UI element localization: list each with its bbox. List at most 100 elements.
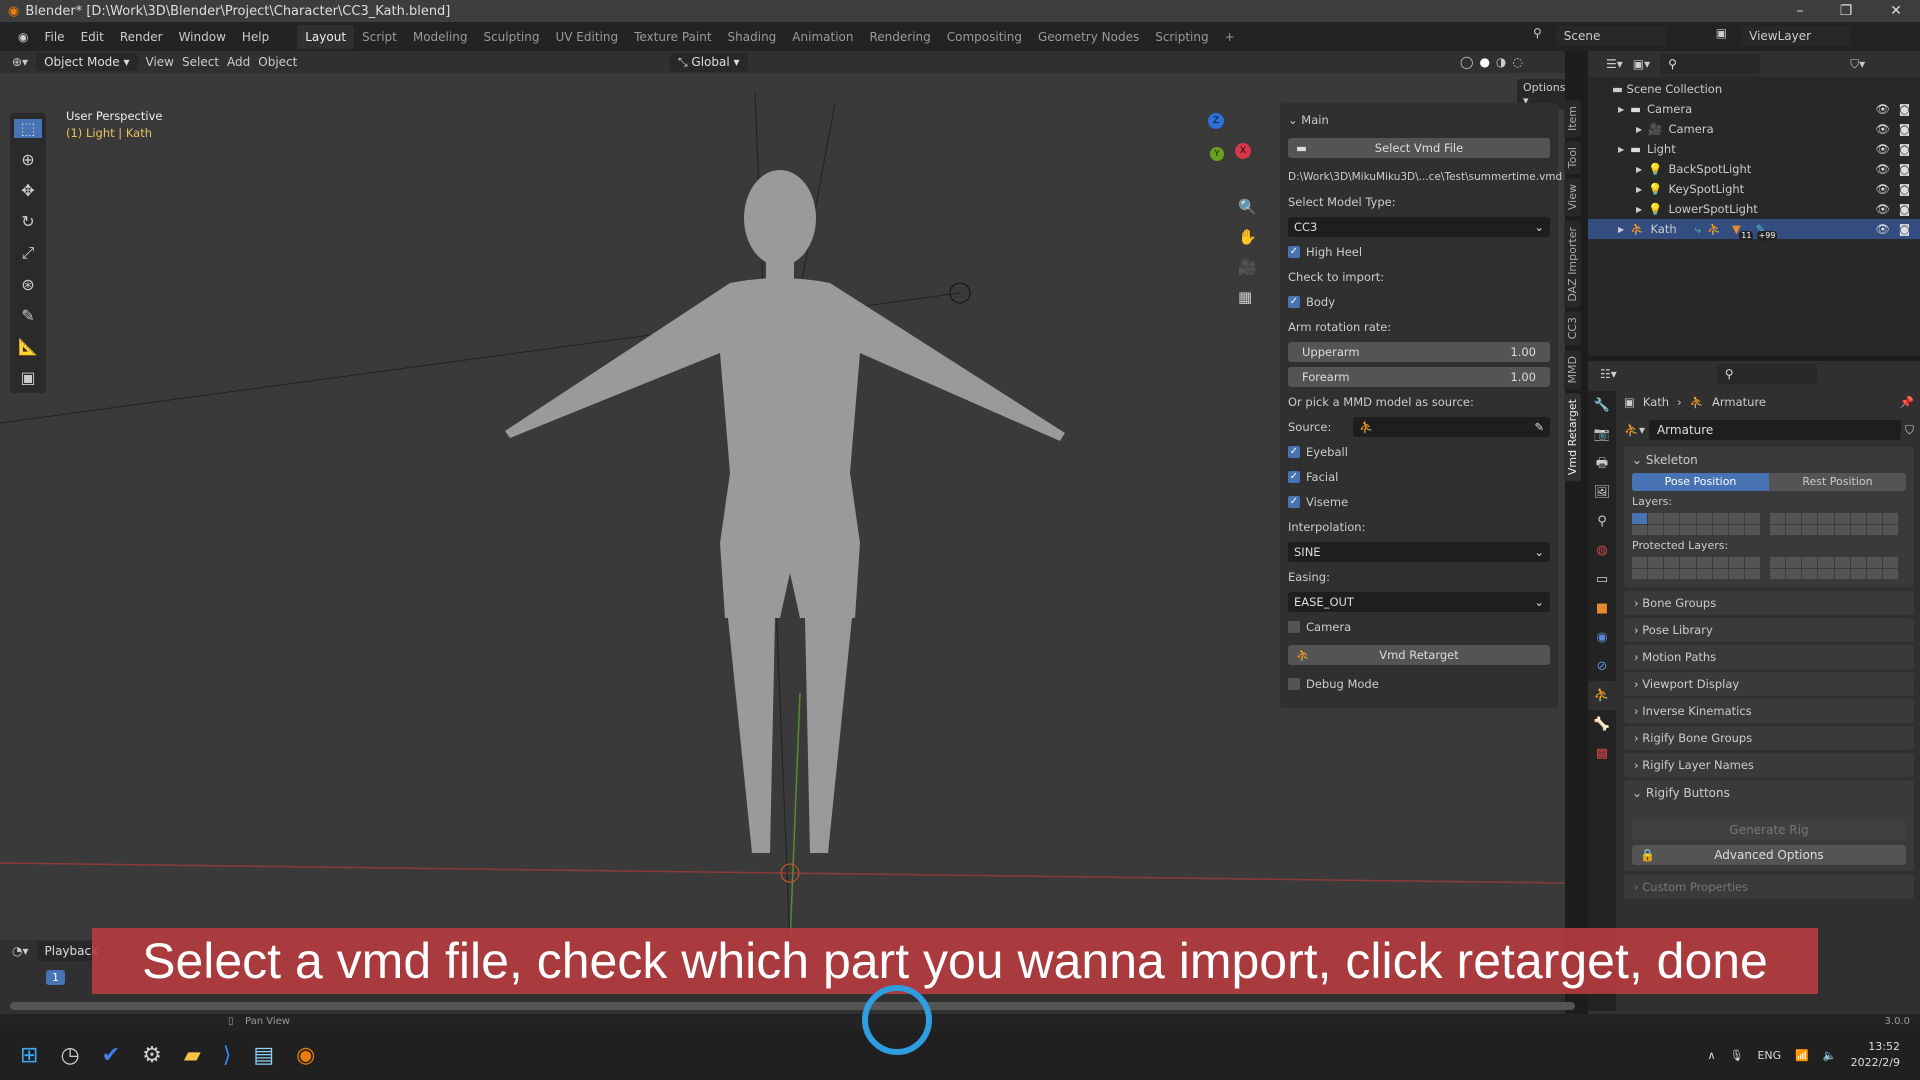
gizmo-x[interactable]: X — [1235, 143, 1251, 159]
texture-tab-icon[interactable]: ▩ — [1588, 739, 1616, 768]
layer-cell[interactable] — [1802, 513, 1818, 524]
pan-hand-icon[interactable]: ✋ — [1238, 228, 1257, 246]
layer-cell[interactable] — [1696, 513, 1712, 524]
properties-search[interactable]: ⚲ — [1716, 364, 1817, 384]
current-frame-indicator[interactable]: 1 — [46, 970, 65, 985]
layer-cell[interactable] — [1664, 513, 1680, 524]
layer-cell[interactable] — [1834, 557, 1850, 568]
interpolation-dropdown[interactable]: SINE ⌄ — [1288, 541, 1550, 562]
visibility-eye-icon[interactable]: 👁 — [1875, 162, 1890, 176]
menu-render[interactable]: Render — [112, 30, 171, 44]
layer-cell[interactable] — [1680, 513, 1696, 524]
scene-tab-icon[interactable]: ⚲ — [1588, 507, 1616, 536]
expand-arrow-icon[interactable]: ▶ — [1618, 145, 1624, 154]
language-indicator[interactable]: ENG — [1757, 1049, 1781, 1062]
layer-cell[interactable] — [1664, 568, 1680, 579]
tab-texture-paint[interactable]: Texture Paint — [626, 25, 719, 49]
render-camera-icon[interactable]: ◙ — [1899, 202, 1910, 216]
tab-scripting[interactable]: Scripting — [1147, 25, 1216, 49]
bone-tab-icon[interactable]: 🦴 — [1588, 710, 1616, 739]
timeline-scrollbar[interactable] — [10, 1002, 1575, 1010]
layer-cell[interactable] — [1770, 568, 1786, 579]
layer-cell[interactable] — [1818, 513, 1834, 524]
menu-edit[interactable]: Edit — [73, 30, 112, 44]
tab-daz-importer[interactable]: DAZ Importer — [1564, 220, 1581, 308]
expand-arrow-icon[interactable]: ▶ — [1618, 225, 1624, 234]
tab-shading[interactable]: Shading — [720, 25, 785, 49]
camera-view-icon[interactable]: 🎥 — [1238, 258, 1257, 276]
scene-icon[interactable]: ⚲ — [1525, 26, 1550, 46]
protected-layers-grid[interactable] — [1632, 557, 1906, 579]
layer-cell[interactable] — [1712, 524, 1728, 535]
transform-tool-icon[interactable]: ⊛ — [21, 275, 34, 294]
filter-icon[interactable]: ⛉▾ — [1850, 57, 1865, 72]
layer-cell[interactable] — [1744, 524, 1760, 535]
upperarm-slider[interactable]: Upperarm 1.00 — [1288, 341, 1550, 362]
body-checkbox[interactable]: ✓ Body — [1288, 289, 1550, 314]
eyeball-checkbox[interactable]: ✓ Eyeball — [1288, 439, 1550, 464]
tab-view[interactable]: View — [1564, 178, 1581, 217]
move-tool-icon[interactable]: ✥ — [21, 181, 34, 200]
layer-cell[interactable] — [1802, 568, 1818, 579]
source-field[interactable]: ⛹ ✎ — [1353, 416, 1550, 437]
skeleton-header[interactable]: ⌄ Skeleton — [1632, 447, 1906, 473]
settings-app-icon[interactable]: ⚙ — [142, 1043, 162, 1068]
vmd-retarget-button[interactable]: ⛹ Vmd Retarget — [1288, 645, 1550, 665]
pose-position-button[interactable]: Pose Position — [1632, 473, 1769, 491]
add-cube-tool-icon[interactable]: ▣ — [20, 368, 35, 387]
layer-cell[interactable] — [1770, 557, 1786, 568]
layer-cell[interactable] — [1786, 557, 1802, 568]
layer-cell[interactable] — [1882, 513, 1898, 524]
editor-type-icon[interactable]: ◔▾ — [12, 944, 29, 958]
menu-view[interactable]: View — [146, 55, 174, 69]
forearm-slider[interactable]: Forearm 1.00 — [1288, 366, 1550, 387]
facial-checkbox[interactable]: ✓ Facial — [1288, 464, 1550, 489]
layer-cell[interactable] — [1632, 557, 1648, 568]
fake-user-shield-icon[interactable]: ⛉ — [1905, 423, 1914, 438]
output-tab-icon[interactable]: 🖶 — [1588, 449, 1616, 478]
gizmo-z[interactable]: Z — [1208, 113, 1224, 129]
layer-cell[interactable] — [1818, 568, 1834, 579]
high-heel-checkbox[interactable]: ✓ High Heel — [1288, 239, 1550, 264]
camera-checkbox[interactable]: Camera — [1288, 614, 1550, 639]
expand-arrow-icon[interactable]: ▶ — [1636, 205, 1642, 214]
panel-section-rigify-bone-groups[interactable]: › Rigify Bone Groups — [1624, 726, 1914, 750]
layer-cell[interactable] — [1786, 513, 1802, 524]
outliner-row[interactable]: ▶ ▬ Light 👁 ◙ — [1612, 139, 1920, 159]
modifier-icon[interactable]: ⤷ — [1695, 222, 1701, 237]
tab-mmd[interactable]: MMD — [1564, 349, 1581, 389]
layer-cell[interactable] — [1882, 557, 1898, 568]
tab-cc3[interactable]: CC3 — [1564, 311, 1581, 346]
scene-selector[interactable]: Scene — [1555, 26, 1666, 46]
tab-sculpting[interactable]: Sculpting — [475, 25, 547, 49]
blender-taskbar-icon[interactable]: ◉ — [296, 1043, 315, 1068]
layer-cell[interactable] — [1696, 557, 1712, 568]
editor-type-icon[interactable]: ⊕▾ — [12, 55, 28, 69]
layer-cell[interactable] — [1866, 568, 1882, 579]
menu-object[interactable]: Object — [258, 55, 297, 69]
render-camera-icon[interactable]: ◙ — [1899, 102, 1910, 116]
collection-tab-icon[interactable]: ▭ — [1588, 565, 1616, 594]
world-tab-icon[interactable]: ◍ — [1588, 536, 1616, 565]
easing-dropdown[interactable]: EASE_OUT ⌄ — [1288, 591, 1550, 612]
microphone-icon[interactable]: 🎙 — [1730, 1049, 1744, 1062]
layer-cell[interactable] — [1834, 568, 1850, 579]
grid-ortho-icon[interactable]: ▦ — [1238, 288, 1257, 306]
visibility-eye-icon[interactable]: 👁 — [1875, 122, 1890, 136]
navigation-gizmo[interactable]: Z X Y — [1175, 113, 1255, 193]
gizmo-y[interactable]: Y — [1210, 147, 1224, 161]
layer-cell[interactable] — [1648, 513, 1664, 524]
filter-view-icon[interactable]: ▣▾ — [1633, 57, 1650, 71]
layer-cell[interactable] — [1786, 524, 1802, 535]
expand-arrow-icon[interactable]: ▶ — [1618, 105, 1624, 114]
layer-cell[interactable] — [1680, 568, 1696, 579]
layer-cell[interactable] — [1632, 513, 1648, 524]
eyedropper-icon[interactable]: ✎ — [1534, 420, 1544, 434]
tab-script[interactable]: Script — [354, 25, 405, 49]
mode-selector[interactable]: Object Mode ▾ — [36, 53, 138, 71]
pose-icon[interactable]: ⛹ — [1707, 222, 1721, 236]
visibility-eye-icon[interactable]: 👁 — [1875, 202, 1890, 216]
select-box-tool-icon[interactable]: ⬚ — [14, 119, 42, 138]
render-camera-icon[interactable]: ◙ — [1899, 142, 1910, 156]
menu-help[interactable]: Help — [234, 30, 277, 44]
